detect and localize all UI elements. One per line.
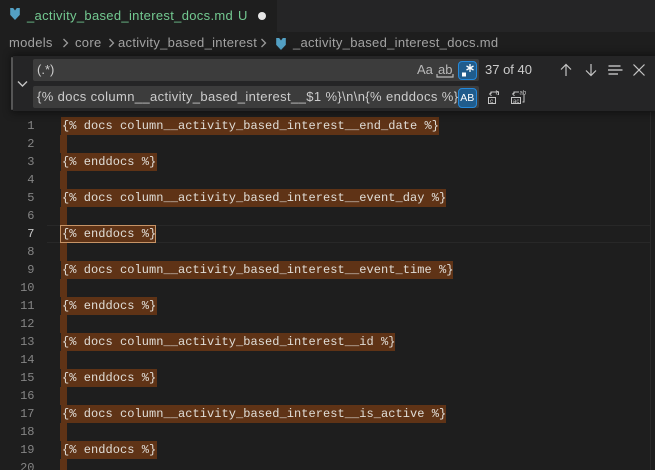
svg-text:b: b [496, 90, 500, 97]
svg-text:ac: ac [513, 99, 519, 105]
svg-text:ab: ab [520, 91, 527, 97]
